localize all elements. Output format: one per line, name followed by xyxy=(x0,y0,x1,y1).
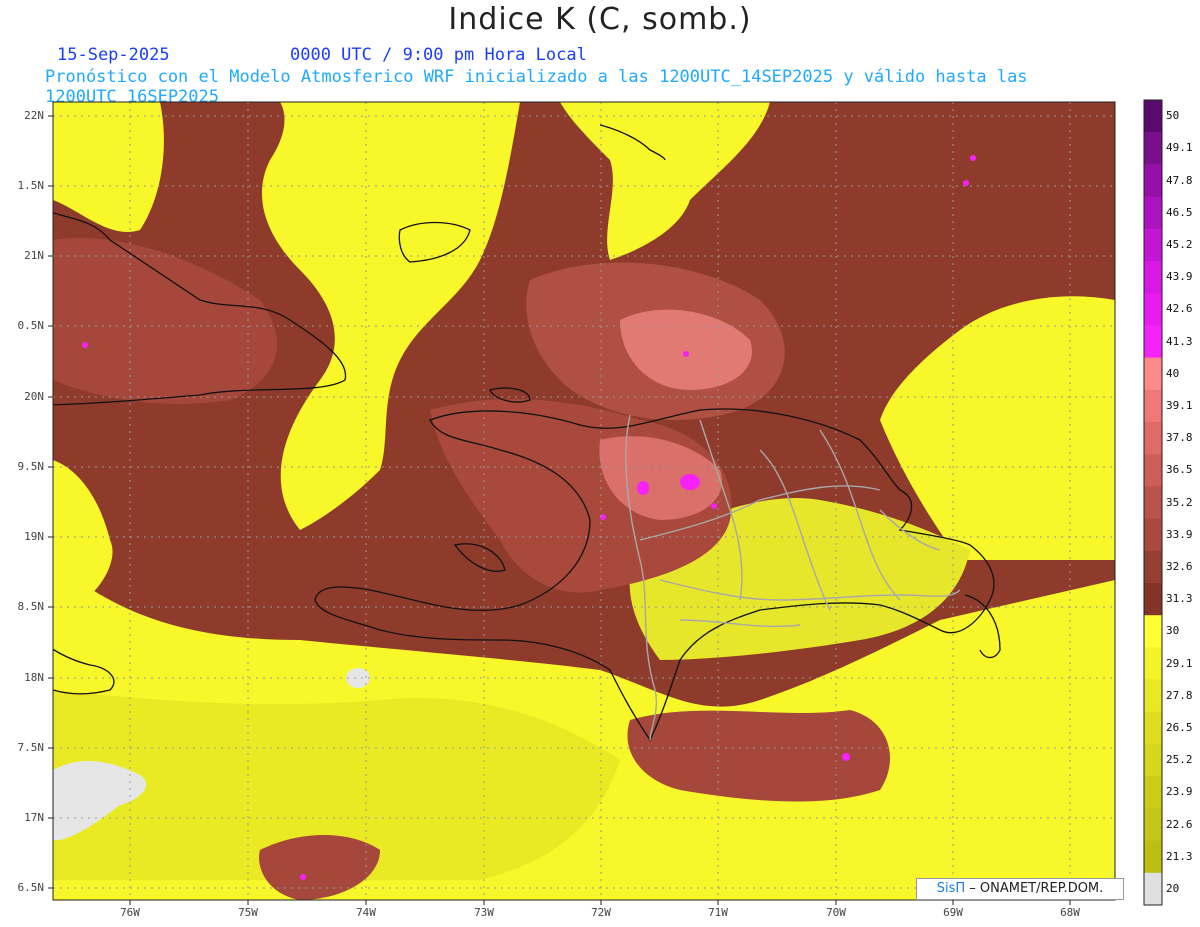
lon-label: 76W xyxy=(120,906,140,919)
lon-label: 68W xyxy=(1060,906,1080,919)
colorbar-label: 32.6 xyxy=(1166,559,1193,573)
lat-label: 9.5N xyxy=(17,460,45,473)
lon-label: 71W xyxy=(708,906,728,919)
colorbar-label: 46.5 xyxy=(1166,205,1193,219)
credit-box: SisΠ – ONAMET/REP.DOM. xyxy=(916,878,1124,900)
lat-label: 17N xyxy=(24,811,44,824)
lat-label: 19N xyxy=(24,530,44,543)
colorbar-segment xyxy=(1144,486,1162,520)
colorbar-label: 43.9 xyxy=(1166,270,1193,284)
colorbar-label: 49.1 xyxy=(1166,141,1193,155)
colorbar-segment xyxy=(1144,261,1162,294)
colorbar-label: 47.8 xyxy=(1166,173,1193,187)
lon-label: 70W xyxy=(826,906,846,919)
colorbar-label: 21.3 xyxy=(1166,849,1193,863)
colorbar-label: 29.1 xyxy=(1166,656,1193,670)
peak-spot-7 xyxy=(970,155,976,161)
lat-label: 7.5N xyxy=(17,741,45,754)
credit-text: – ONAMET/REP.DOM. xyxy=(969,881,1104,896)
colorbar-label: 35.2 xyxy=(1166,495,1193,509)
colorbar-segment xyxy=(1144,389,1162,423)
lon-label: 69W xyxy=(943,906,963,919)
colorbar-segment xyxy=(1144,550,1162,584)
colorbar-segment xyxy=(1144,357,1162,391)
colorbar-segment xyxy=(1144,293,1162,326)
colorbar-label: 27.8 xyxy=(1166,688,1193,702)
brand-logo: SisΠ xyxy=(936,881,966,896)
peak-spot-3 xyxy=(637,481,649,495)
colorbar-segment xyxy=(1144,840,1162,874)
peak-spot-10 xyxy=(300,874,306,880)
colorbar-label: 22.6 xyxy=(1166,817,1193,831)
peak-spot-6 xyxy=(711,503,717,509)
colorbar-label: 26.5 xyxy=(1166,720,1193,734)
colorbar-label: 23.9 xyxy=(1166,785,1193,799)
lat-label: 22N xyxy=(24,109,44,122)
colorbar-segment xyxy=(1144,454,1162,487)
colorbar-segment xyxy=(1144,744,1162,777)
map-area: 22N 1.5N 21N 0.5N 20N 9.5N 19N 8.5N 18N … xyxy=(0,0,1200,927)
colorbar-segment xyxy=(1144,518,1162,552)
colorbar-segment xyxy=(1144,583,1162,616)
colorbar-label: 42.6 xyxy=(1166,302,1193,316)
colorbar-segment xyxy=(1144,228,1162,262)
lon-label: 72W xyxy=(591,906,611,919)
colorbar-segment xyxy=(1144,711,1162,745)
colorbar-segment xyxy=(1144,422,1162,455)
lat-label: 0.5N xyxy=(17,319,45,332)
colorbar-label: 25.2 xyxy=(1166,753,1193,767)
lon-label: 75W xyxy=(238,906,258,919)
colorbar-segment xyxy=(1144,776,1162,809)
colorbar-label: 33.9 xyxy=(1166,527,1193,541)
lat-label: 20N xyxy=(24,390,44,403)
lon-label: 73W xyxy=(474,906,494,919)
k-index-map xyxy=(48,99,1163,906)
colorbar-label: 30 xyxy=(1166,624,1180,638)
lat-label: 6.5N xyxy=(17,881,45,894)
colorbar-label: 20 xyxy=(1166,881,1180,895)
colorbar-label: 37.8 xyxy=(1166,431,1193,445)
colorbar-label: 45.2 xyxy=(1166,237,1193,251)
colorbar xyxy=(1144,100,1162,906)
peak-spot-9 xyxy=(842,753,850,761)
colorbar-segment xyxy=(1144,325,1162,359)
colorbar-segment xyxy=(1144,872,1162,906)
colorbar-segment xyxy=(1144,615,1162,648)
colorbar-label: 40 xyxy=(1166,366,1180,380)
peak-spot-1 xyxy=(82,342,88,348)
colorbar-label: 36.5 xyxy=(1166,463,1193,477)
lat-label: 18N xyxy=(24,671,44,684)
peak-spot-2 xyxy=(683,351,689,357)
colorbar-segment xyxy=(1144,196,1162,230)
colorbar-segment xyxy=(1144,647,1162,681)
colorbar-segment xyxy=(1144,164,1162,198)
peak-spot-8 xyxy=(963,180,969,186)
colorbar-label: 31.3 xyxy=(1166,592,1193,606)
lat-label: 1.5N xyxy=(17,179,45,192)
colorbar-label: 39.1 xyxy=(1166,398,1193,412)
colorbar-segment xyxy=(1144,808,1162,842)
lon-label: 74W xyxy=(356,906,376,919)
lat-label: 21N xyxy=(24,249,44,262)
colorbar-segment xyxy=(1144,679,1162,713)
colorbar-label: 50 xyxy=(1166,109,1180,123)
colorbar-segment xyxy=(1144,132,1162,165)
colorbar-segment xyxy=(1144,100,1162,133)
peak-spot-4 xyxy=(680,474,700,490)
colorbar-label: 41.3 xyxy=(1166,334,1193,348)
lat-label: 8.5N xyxy=(17,600,45,613)
